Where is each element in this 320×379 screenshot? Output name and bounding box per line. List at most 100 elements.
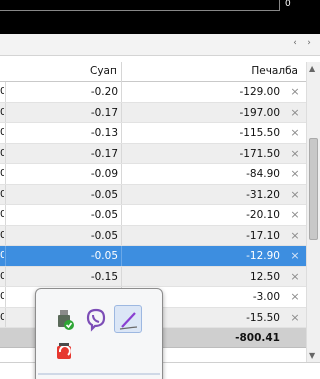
row-pechalba: -17.10 bbox=[246, 229, 280, 242]
row-cut-value: 0 bbox=[0, 270, 4, 282]
close-position-icon[interactable]: × bbox=[290, 188, 300, 201]
close-position-icon[interactable]: × bbox=[290, 290, 300, 303]
column-divider bbox=[121, 184, 122, 204]
table-row[interactable]: 0 -0.20 -129.00 × bbox=[0, 82, 306, 103]
top-value: 0 bbox=[285, 0, 291, 9]
viber-icon bbox=[86, 308, 106, 332]
row-suap: -0.05 bbox=[90, 250, 118, 262]
row-pechalba: -20.10 bbox=[246, 209, 280, 221]
table-row[interactable]: 0 -0.05 -31.20 × bbox=[0, 184, 306, 205]
tray-slot-pen[interactable] bbox=[114, 305, 142, 333]
close-position-icon[interactable]: × bbox=[290, 311, 300, 324]
column-divider bbox=[5, 143, 6, 163]
row-pechalba: -115.50 bbox=[239, 127, 280, 139]
close-position-icon[interactable]: × bbox=[290, 85, 300, 98]
column-divider bbox=[5, 246, 6, 266]
tab-scroll-left-icon[interactable]: ‹ bbox=[290, 38, 300, 50]
column-divider bbox=[121, 266, 122, 286]
ccleaner-icon bbox=[57, 343, 71, 359]
close-position-icon[interactable]: × bbox=[290, 167, 300, 180]
row-pechalba: -197.00 bbox=[239, 106, 280, 119]
vertical-scrollbar[interactable]: ▲ ▼ bbox=[306, 62, 320, 362]
table-row[interactable]: 0 -0.05 -12.90 × bbox=[0, 246, 306, 267]
column-header-suap[interactable]: Суап bbox=[90, 65, 117, 77]
row-cut-value: 0 bbox=[0, 147, 4, 159]
column-header-pechalba[interactable]: Печалба bbox=[200, 65, 298, 77]
row-suap: -0.17 bbox=[90, 147, 118, 160]
row-pechalba: -15.50 bbox=[246, 311, 280, 324]
close-position-icon[interactable]: × bbox=[290, 229, 300, 242]
close-position-icon[interactable]: × bbox=[290, 147, 300, 160]
row-suap: -0.05 bbox=[90, 229, 118, 242]
column-divider bbox=[5, 82, 6, 102]
row-cut-value: 0 bbox=[0, 127, 4, 138]
row-cut-value: 0 bbox=[0, 106, 4, 118]
row-cut-value: 0 bbox=[0, 188, 4, 200]
row-pechalba: -171.50 bbox=[239, 147, 280, 160]
column-divider bbox=[121, 143, 122, 163]
table-row[interactable]: 0 -0.17 -197.00 × bbox=[0, 102, 306, 123]
trading-window: 0 ‹ › Суап Печалба 0 -0.20 -129.00 × 0 -0.17 -… bbox=[0, 0, 320, 379]
column-divider bbox=[5, 184, 6, 204]
row-suap: -0.09 bbox=[90, 168, 118, 180]
column-divider bbox=[121, 82, 122, 102]
top-toolbar: 0 bbox=[0, 0, 320, 34]
row-cut-value: 0 bbox=[0, 250, 4, 261]
table-row[interactable]: 0 -0.15 12.50 × bbox=[0, 266, 306, 287]
column-divider bbox=[5, 266, 6, 286]
row-pechalba: 12.50 bbox=[249, 270, 280, 283]
column-divider bbox=[121, 205, 122, 225]
row-cut-value: 0 bbox=[0, 209, 4, 220]
table-header: Суап Печалба bbox=[0, 62, 306, 82]
row-cut-value: 0 bbox=[0, 229, 4, 241]
row-suap: -0.05 bbox=[90, 188, 118, 201]
tab-strip: ‹ › bbox=[0, 34, 320, 56]
tray-overflow-popup bbox=[35, 288, 163, 379]
column-divider bbox=[5, 164, 6, 184]
table-row[interactable]: 0 -0.17 -171.50 × bbox=[0, 143, 306, 164]
row-suap: -0.17 bbox=[90, 106, 118, 119]
row-pechalba: -31.20 bbox=[246, 188, 280, 201]
column-divider bbox=[5, 307, 6, 327]
row-cut-value: 0 bbox=[0, 311, 4, 323]
column-divider[interactable] bbox=[121, 62, 122, 82]
row-cut-value: 0 bbox=[0, 86, 4, 97]
column-divider bbox=[5, 102, 6, 122]
tab-scroll-right-icon[interactable]: › bbox=[304, 38, 314, 50]
scroll-down-icon[interactable]: ▼ bbox=[309, 351, 315, 360]
row-cut-value: 0 bbox=[0, 291, 4, 302]
row-suap: -0.05 bbox=[90, 209, 118, 221]
close-position-icon[interactable]: × bbox=[290, 249, 300, 262]
table-row[interactable]: 0 -0.13 -115.50 × bbox=[0, 123, 306, 144]
usb-safely-remove-icon bbox=[58, 310, 74, 330]
tray-slot-viber[interactable] bbox=[82, 305, 110, 333]
column-divider bbox=[5, 225, 6, 245]
close-position-icon[interactable]: × bbox=[290, 126, 300, 139]
column-divider bbox=[5, 205, 6, 225]
column-divider bbox=[121, 102, 122, 122]
table-row[interactable]: 0 -0.09 -84.90 × bbox=[0, 164, 306, 185]
row-pechalba: -12.90 bbox=[246, 250, 280, 262]
table-row[interactable]: 0 -0.05 -20.10 × bbox=[0, 205, 306, 226]
column-divider bbox=[121, 246, 122, 266]
close-position-icon[interactable]: × bbox=[290, 270, 300, 283]
close-position-icon[interactable]: × bbox=[290, 208, 300, 221]
table-row[interactable]: 0 -0.05 -17.10 × bbox=[0, 225, 306, 246]
tray-slot-ccleaner[interactable] bbox=[50, 337, 78, 365]
popup-bottom-divider bbox=[38, 373, 160, 375]
column-divider bbox=[5, 123, 6, 143]
top-input-field[interactable] bbox=[0, 0, 280, 11]
scroll-up-icon[interactable]: ▲ bbox=[309, 64, 315, 73]
scrollbar-thumb[interactable] bbox=[309, 138, 318, 240]
tray-slot-usb[interactable] bbox=[50, 305, 78, 333]
column-divider bbox=[121, 164, 122, 184]
column-divider bbox=[5, 287, 6, 307]
row-cut-value: 0 bbox=[0, 168, 4, 179]
row-suap: -0.15 bbox=[90, 270, 118, 283]
row-suap: -0.20 bbox=[90, 86, 118, 98]
total-profit: -800.41 bbox=[235, 332, 280, 344]
column-divider bbox=[121, 123, 122, 143]
row-pechalba: -129.00 bbox=[239, 86, 280, 98]
column-divider bbox=[121, 225, 122, 245]
close-position-icon[interactable]: × bbox=[290, 106, 300, 119]
